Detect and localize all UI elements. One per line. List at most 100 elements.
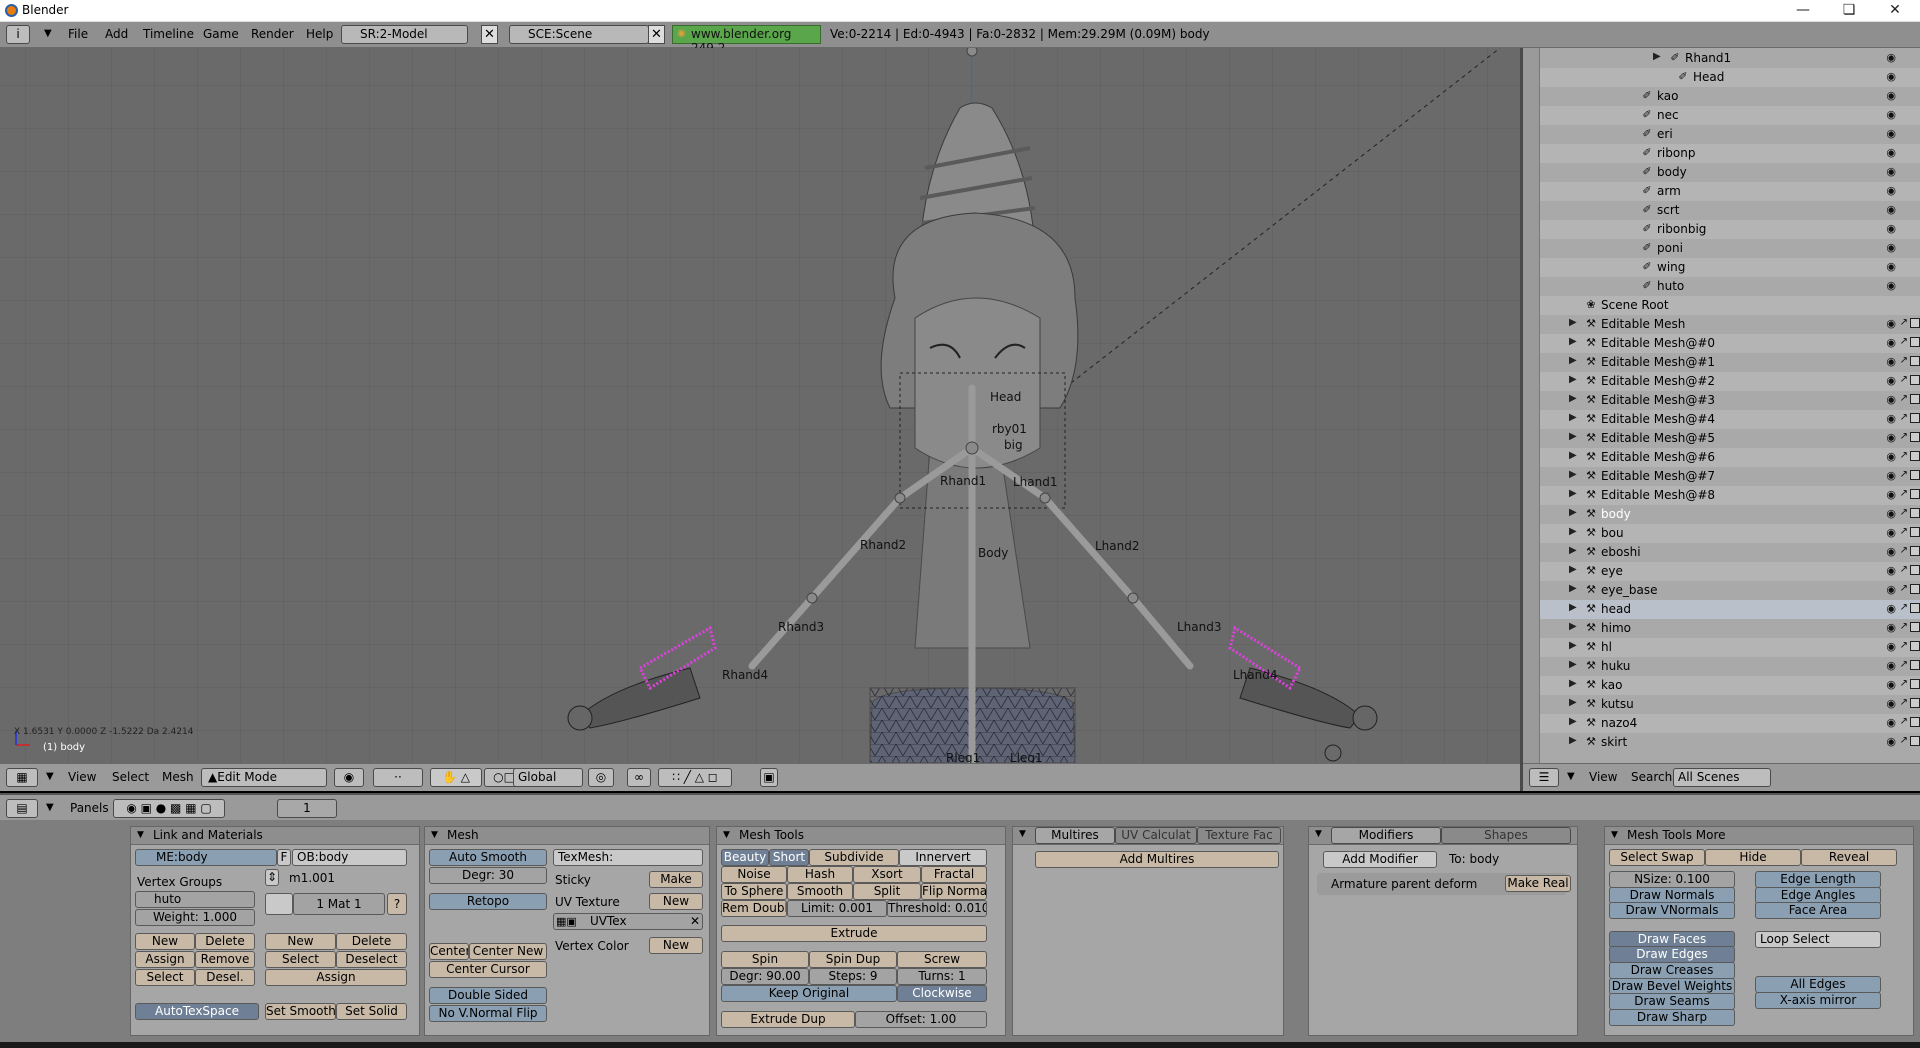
clockwise-toggle[interactable]: Clockwise (897, 985, 987, 1002)
outliner-row[interactable]: ▶ ⚒ Editable Mesh@#6 ◉ ↗ (1523, 448, 1920, 467)
outliner-panel[interactable]: ▶ ✐ Rhand1 ◉ ✐ Head ◉ ✐ kao ◉ ✐ nec ◉ ✐ eri ◉ ✐ ribonp ◉ ✐ b… (1523, 48, 1920, 763)
selectable-arrow-icon[interactable]: ↗ (1900, 621, 1908, 632)
renderable-camera-icon[interactable] (1910, 318, 1920, 328)
center-new-button[interactable]: Center New (469, 943, 547, 960)
autotexspace-toggle[interactable]: AutoTexSpace (135, 1003, 259, 1020)
vgroup-assign-button[interactable]: Assign (135, 951, 195, 968)
outliner-scrollbar[interactable] (1523, 48, 1540, 763)
visibility-eye-icon[interactable]: ◉ (1886, 507, 1896, 520)
vgroup-remove-button[interactable]: Remove (195, 951, 255, 968)
delete-screen-button[interactable]: ✕ (481, 25, 498, 44)
renderable-camera-icon[interactable] (1910, 508, 1920, 518)
info-window-type-icon[interactable]: i (6, 25, 30, 44)
selectable-arrow-icon[interactable]: ↗ (1900, 336, 1908, 347)
texmesh-field[interactable]: TexMesh: (553, 849, 703, 866)
threshold-field[interactable]: Threshold: 0.010 (887, 900, 987, 917)
outliner-row[interactable]: ✐ wing ◉ (1523, 258, 1920, 277)
selectable-arrow-icon[interactable]: ↗ (1900, 355, 1908, 366)
object-name-field[interactable]: OB:body (292, 849, 407, 866)
expand-arrow-icon[interactable]: ▶ (1569, 317, 1577, 328)
outliner-row[interactable]: ▶ ⚒ Editable Mesh@#5 ◉ ↗ (1523, 429, 1920, 448)
menu-mesh[interactable]: Mesh (162, 770, 194, 784)
uv-texture-new-button[interactable]: New (649, 893, 703, 910)
innervert-select[interactable]: Innervert (899, 849, 987, 866)
vgroup-deselect-button[interactable]: Desel. (195, 969, 255, 986)
visibility-eye-icon[interactable]: ◉ (1886, 89, 1896, 102)
outliner-row[interactable]: ✐ Head ◉ (1523, 68, 1920, 87)
context-tabs[interactable]: ◉ ▣ ● ▩ ▦ ▢ (113, 799, 225, 818)
outliner-row[interactable]: ✐ nec ◉ (1523, 106, 1920, 125)
visibility-eye-icon[interactable]: ◉ (1886, 716, 1896, 729)
expand-arrow-icon[interactable]: ▶ (1569, 526, 1577, 537)
vgroup-new-button[interactable]: New (135, 933, 195, 950)
visibility-eye-icon[interactable]: ◉ (1886, 184, 1896, 197)
material-select-button[interactable]: Select (265, 951, 336, 968)
face-area-toggle[interactable]: Face Area (1755, 902, 1881, 919)
expand-arrow-icon[interactable]: ▶ (1569, 393, 1577, 404)
renderable-camera-icon[interactable] (1910, 527, 1920, 537)
tab-modifiers[interactable]: Modifiers (1331, 827, 1441, 844)
mesh-panel-title[interactable]: Mesh (425, 827, 709, 845)
delete-scene-button[interactable]: ✕ (648, 25, 665, 44)
outliner-row[interactable]: ▶ ⚒ Editable Mesh@#2 ◉ ↗ (1523, 372, 1920, 391)
add-multires-button[interactable]: Add Multires (1035, 851, 1279, 868)
menu-render[interactable]: Render (251, 27, 294, 41)
expand-arrow-icon[interactable]: ▶ (1569, 431, 1577, 442)
outliner-row[interactable]: ▶ ⚒ Editable Mesh ◉ ↗ (1523, 315, 1920, 334)
selectable-arrow-icon[interactable]: ↗ (1900, 735, 1908, 746)
transform-orientation-select[interactable]: Global (513, 768, 583, 787)
visibility-eye-icon[interactable]: ◉ (1886, 431, 1896, 444)
to-sphere-button[interactable]: To Sphere (721, 883, 787, 900)
renderable-camera-icon[interactable] (1910, 451, 1920, 461)
manipulator-toggles[interactable]: ✋ △ (430, 768, 482, 787)
auto-smooth-toggle[interactable]: Auto Smooth (429, 849, 547, 866)
expand-arrow-icon[interactable]: ▶ (1653, 51, 1661, 62)
fractal-button[interactable]: Fractal (921, 866, 987, 883)
material-new-button[interactable]: New (265, 933, 336, 950)
visibility-eye-icon[interactable]: ◉ (1886, 602, 1896, 615)
selectable-arrow-icon[interactable]: ↗ (1900, 564, 1908, 575)
renderable-camera-icon[interactable] (1910, 375, 1920, 385)
render-preview-icon[interactable]: ▣ (760, 768, 778, 787)
expand-arrow-icon[interactable]: ▶ (1569, 336, 1577, 347)
renderable-camera-icon[interactable] (1910, 394, 1920, 404)
buttons-editor-type-icon[interactable]: ▤ (6, 799, 38, 818)
vertex-color-new-button[interactable]: New (649, 937, 703, 954)
expand-arrow-icon[interactable]: ▶ (1569, 564, 1577, 575)
website-link[interactable]: ◉ www.blender.org 249.2 (672, 25, 821, 55)
link-materials-title[interactable]: Link and Materials (131, 827, 419, 845)
expand-arrow-icon[interactable]: ▶ (1569, 640, 1577, 651)
draw-sharp-toggle[interactable]: Draw Sharp (1609, 1009, 1735, 1026)
outliner-row[interactable]: ✐ ribonbig ◉ (1523, 220, 1920, 239)
renderable-camera-icon[interactable] (1910, 565, 1920, 575)
outliner-row[interactable]: ✐ scrt ◉ (1523, 201, 1920, 220)
outliner-editor-type-icon[interactable]: ☰ (1529, 768, 1559, 787)
visibility-eye-icon[interactable]: ◉ (1886, 450, 1896, 463)
scene-selector[interactable]: SCE:Scene (509, 25, 649, 44)
extrude-button[interactable]: Extrude (721, 925, 987, 942)
reveal-button[interactable]: Reveal (1801, 849, 1897, 866)
visibility-eye-icon[interactable]: ◉ (1886, 735, 1896, 748)
offset-field[interactable]: Offset: 1.00 (855, 1011, 987, 1028)
outliner-row[interactable]: ▶ ⚒ Editable Mesh@#3 ◉ ↗ (1523, 391, 1920, 410)
steps-field[interactable]: Steps: 9 (809, 968, 897, 985)
outliner-row[interactable]: ▶ ⚒ head ◉ ↗ (1523, 600, 1920, 619)
set-solid-button[interactable]: Set Solid (336, 1003, 407, 1020)
multires-collapse-icon[interactable]: ▼ (1019, 829, 1026, 839)
expand-arrow-icon[interactable]: ▶ (1569, 412, 1577, 423)
panels-menu[interactable]: Panels (70, 801, 109, 815)
renderable-camera-icon[interactable] (1910, 698, 1920, 708)
spin-degr-field[interactable]: Degr: 90.00 (721, 968, 809, 985)
selectable-arrow-icon[interactable]: ↗ (1900, 583, 1908, 594)
nsize-field[interactable]: NSize: 0.100 (1609, 871, 1735, 888)
selectable-arrow-icon[interactable]: ↗ (1900, 450, 1908, 461)
selectable-arrow-icon[interactable]: ↗ (1900, 602, 1908, 613)
outliner-row[interactable]: ▶ ⚒ kutsu ◉ ↗ (1523, 695, 1920, 714)
vertex-weight-slider[interactable]: Weight: 1.000 (135, 909, 255, 926)
spin-button[interactable]: Spin (721, 951, 809, 968)
outliner-row[interactable]: ▶ ⚒ hl ◉ ↗ (1523, 638, 1920, 657)
screw-button[interactable]: Screw (897, 951, 987, 968)
selectable-arrow-icon[interactable]: ↗ (1900, 678, 1908, 689)
material-deselect-button[interactable]: Deselect (336, 951, 407, 968)
material-color-swatch[interactable] (265, 893, 293, 915)
